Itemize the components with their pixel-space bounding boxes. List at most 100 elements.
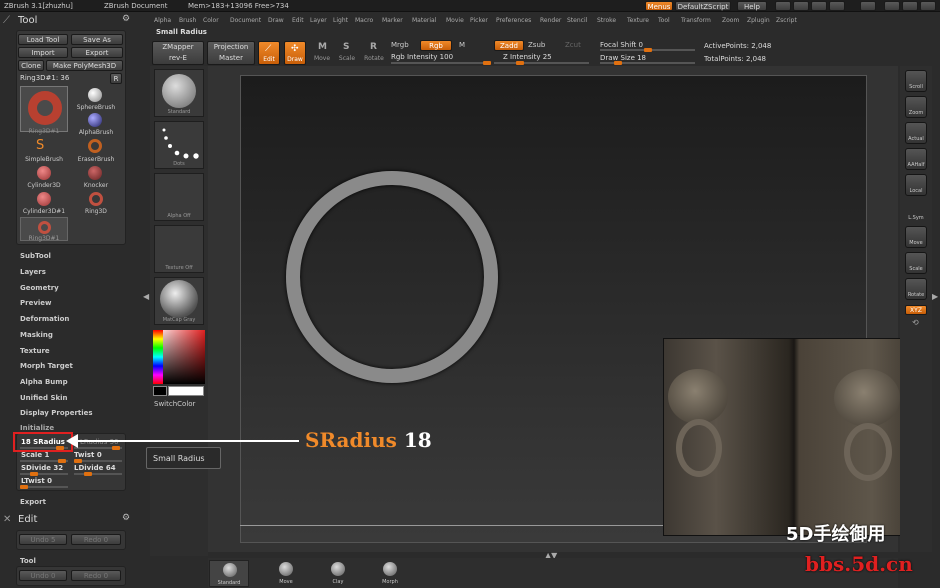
twist-track[interactable] <box>74 459 122 463</box>
menu-zscript[interactable]: Zscript <box>776 17 797 24</box>
menu-preferences[interactable]: Preferences <box>496 17 531 24</box>
scale-slider[interactable]: Scale 1 <box>21 451 49 459</box>
preview-menu[interactable]: Preview <box>20 299 52 307</box>
rotate-z-icon[interactable]: ⟲ <box>912 318 919 327</box>
menu-edit[interactable]: Edit <box>292 17 304 24</box>
menu-render[interactable]: Render <box>540 17 561 24</box>
secondary-color-swatch[interactable] <box>168 386 204 396</box>
menu-zoom[interactable]: Zoom <box>722 17 739 24</box>
help-button[interactable]: Help <box>737 1 767 11</box>
switch-color-button[interactable]: SwitchColor <box>154 400 195 408</box>
unified-skin-menu[interactable]: Unified Skin <box>20 394 68 402</box>
xyz-button[interactable]: XYZ <box>905 305 927 315</box>
texture-thumbnail[interactable]: Texture Off <box>154 225 204 273</box>
menu-brush[interactable]: Brush <box>179 17 196 24</box>
matcap-thumbnail[interactable]: MatCap Gray <box>154 277 204 325</box>
lradius-track[interactable] <box>74 446 122 450</box>
eraser-brush-icon[interactable] <box>88 139 102 153</box>
cylinder3d-icon[interactable] <box>37 166 51 180</box>
minimize-button[interactable] <box>884 1 900 11</box>
redo-button-2[interactable]: Redo 0 <box>71 570 121 581</box>
window-button-4[interactable] <box>829 1 845 11</box>
window-button-2[interactable] <box>793 1 809 11</box>
menus-button[interactable]: Menus <box>645 1 673 11</box>
scale-track[interactable] <box>20 459 68 463</box>
cylinder3d1-icon[interactable] <box>37 192 51 206</box>
menu-stencil[interactable]: Stencil <box>567 17 587 24</box>
menu-movie[interactable]: Movie <box>446 17 464 24</box>
scale-mode-button[interactable]: S Scale <box>336 41 358 65</box>
rotate-mode-button[interactable]: R Rotate <box>362 41 386 65</box>
alpha-brush-icon[interactable] <box>88 113 102 127</box>
zsub-toggle[interactable]: Zsub <box>528 41 545 49</box>
move-view-button[interactable]: Move <box>905 226 927 248</box>
menu-zplugin[interactable]: Zplugin <box>747 17 770 24</box>
window-button-3[interactable] <box>811 1 827 11</box>
alpha-thumbnail[interactable]: Alpha Off <box>154 173 204 221</box>
subtool-menu[interactable]: SubTool <box>20 252 51 260</box>
edit-palette-header[interactable]: ✕ Edit ⚙ <box>0 512 135 528</box>
layers-menu[interactable]: Layers <box>20 268 46 276</box>
scale-view-button[interactable]: Scale <box>905 252 927 274</box>
edit-settings-icon[interactable]: ⚙ <box>122 513 130 523</box>
r-button[interactable]: R <box>110 73 122 84</box>
hue-strip[interactable] <box>153 330 163 384</box>
make-polymesh-button[interactable]: Make PolyMesh3D <box>46 60 123 71</box>
menu-layer[interactable]: Layer <box>310 17 327 24</box>
z-intensity-track[interactable] <box>494 61 589 65</box>
m-toggle[interactable]: M <box>459 41 465 49</box>
aahalf-button[interactable]: AAHalf <box>905 148 927 170</box>
window-button-1[interactable] <box>775 1 791 11</box>
rgb-intensity-track[interactable] <box>391 61 491 65</box>
tool-palette-header[interactable]: ⟋ Tool ⚙ <box>0 13 135 29</box>
standard-brush-thumbnail[interactable]: Standard <box>154 69 204 117</box>
load-tool-button[interactable]: Load Tool <box>18 34 68 45</box>
lsym-button[interactable]: L.Sym <box>905 200 927 222</box>
menu-marker[interactable]: Marker <box>382 17 403 24</box>
projection-master-button[interactable]: Projection Master <box>207 41 255 65</box>
zoom-button[interactable]: Zoom <box>905 96 927 118</box>
zadd-toggle[interactable]: Zadd <box>494 40 524 51</box>
ring3d-model[interactable] <box>286 171 498 383</box>
z-intensity-slider[interactable]: Z Intensity 25 <box>503 53 552 61</box>
texture-menu[interactable]: Texture <box>20 347 50 355</box>
menu-tool[interactable]: Tool <box>658 17 670 24</box>
bottom-morph-brush[interactable]: Morph <box>370 560 410 587</box>
menu-material[interactable]: Material <box>412 17 436 24</box>
menu-stroke[interactable]: Stroke <box>597 17 616 24</box>
twist-slider[interactable]: Twist 0 <box>74 451 102 459</box>
redo-button[interactable]: Redo 0 <box>71 534 121 545</box>
draw-size-track[interactable] <box>600 61 695 65</box>
ring3d-thumbnail[interactable] <box>20 86 68 132</box>
dots-stroke-thumbnail[interactable]: Dots <box>154 121 204 169</box>
bottom-standard-brush[interactable]: Standard <box>209 560 249 587</box>
knocker-icon[interactable] <box>88 166 102 180</box>
menu-picker[interactable]: Picker <box>470 17 488 24</box>
clone-button[interactable]: Clone <box>18 60 44 71</box>
rotate-view-button[interactable]: Rotate <box>905 278 927 300</box>
focal-shift-slider[interactable]: Focal Shift 0 <box>600 41 643 49</box>
undo-button[interactable]: Undo 5 <box>19 534 67 545</box>
bottom-move-brush[interactable]: Move <box>266 560 306 587</box>
actual-button[interactable]: Actual <box>905 122 927 144</box>
default-zscript-button[interactable]: DefaultZScript <box>675 1 731 11</box>
right-collapse-arrow[interactable]: ▶ <box>932 292 938 308</box>
rgb-toggle[interactable]: Rgb <box>420 40 452 51</box>
sdivide-track[interactable] <box>20 472 68 476</box>
menu-transform[interactable]: Transform <box>681 17 711 24</box>
menu-draw[interactable]: Draw <box>268 17 284 24</box>
bottom-clay-brush[interactable]: Clay <box>318 560 358 587</box>
zcut-toggle[interactable]: Zcut <box>565 41 581 49</box>
zmapper-button[interactable]: ZMapper rev-E <box>152 41 204 65</box>
masking-menu[interactable]: Masking <box>20 331 53 339</box>
tool-settings-icon[interactable]: ⚙ <box>122 14 130 24</box>
ring3d-small-icon[interactable] <box>89 192 103 206</box>
sdivide-slider[interactable]: SDivide 32 <box>21 464 63 472</box>
menu-light[interactable]: Light <box>333 17 348 24</box>
display-properties-menu[interactable]: Display Properties <box>20 409 93 417</box>
menu-document[interactable]: Document <box>230 17 261 24</box>
focal-shift-track[interactable] <box>600 48 695 52</box>
left-collapse-arrow[interactable]: ◀ <box>143 292 149 308</box>
scroll-button[interactable]: Scroll <box>905 70 927 92</box>
menu-texture[interactable]: Texture <box>627 17 649 24</box>
